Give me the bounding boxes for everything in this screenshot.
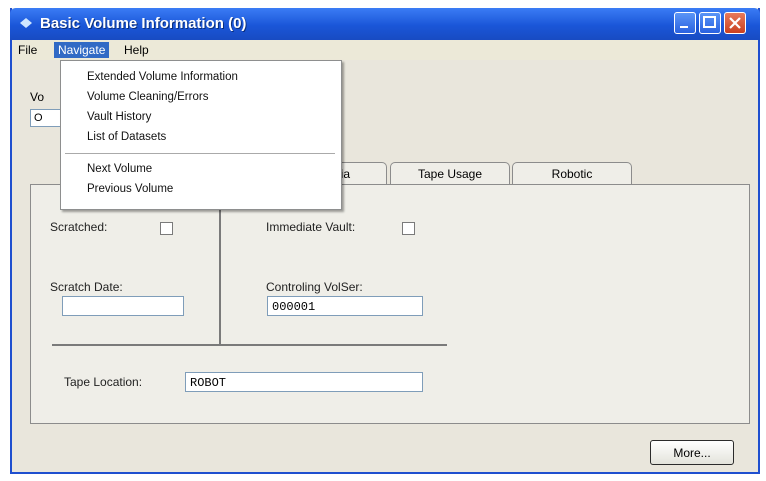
horizontal-divider [52,344,447,346]
tab-tape-usage[interactable]: Tape Usage [390,162,510,185]
menu-separator [65,153,335,154]
maximize-button[interactable] [699,12,721,34]
menu-help[interactable]: Help [120,42,153,58]
menu-item-next-volume[interactable]: Next Volume [87,163,152,175]
menu-item-volume-cleaning-errors[interactable]: Volume Cleaning/Errors [87,91,208,103]
volume-label-partial: Vo [30,90,45,104]
maximize-icon [703,16,716,28]
minimize-icon [680,26,688,28]
tape-location-field[interactable]: ROBOT [185,372,423,392]
navigate-dropdown-menu: Extended Volume Information Volume Clean… [60,60,342,210]
scratched-checkbox[interactable] [160,222,173,235]
window-title: Basic Volume Information (0) [40,15,247,32]
close-icon [729,17,741,29]
controlling-volser-field[interactable]: 000001 [267,296,423,316]
immediate-vault-checkbox[interactable] [402,222,415,235]
more-button[interactable]: More... [650,440,734,465]
app-icon [20,18,32,28]
controlling-volser-label: Controling VolSer: [266,280,363,294]
close-button[interactable] [724,12,746,34]
menu-file[interactable]: File [14,42,41,58]
main-window: Basic Volume Information (0) File Naviga… [10,8,760,474]
immediate-vault-label: Immediate Vault: [266,220,356,234]
menu-item-extended-volume-information[interactable]: Extended Volume Information [87,71,238,83]
title-bar[interactable]: Basic Volume Information (0) [10,8,760,40]
menu-item-list-of-datasets[interactable]: List of Datasets [87,131,166,143]
tab-robotic[interactable]: Robotic [512,162,632,185]
menu-bar: File Navigate Help [12,40,758,60]
menu-item-previous-volume[interactable]: Previous Volume [87,183,173,195]
scratched-label: Scratched: [50,220,108,234]
minimize-button[interactable] [674,12,696,34]
scratch-date-label: Scratch Date: [50,280,123,294]
scratch-date-field[interactable] [62,296,184,316]
menu-navigate[interactable]: Navigate [54,42,110,58]
menu-item-vault-history[interactable]: Vault History [87,111,151,123]
tape-location-label: Tape Location: [64,375,143,389]
